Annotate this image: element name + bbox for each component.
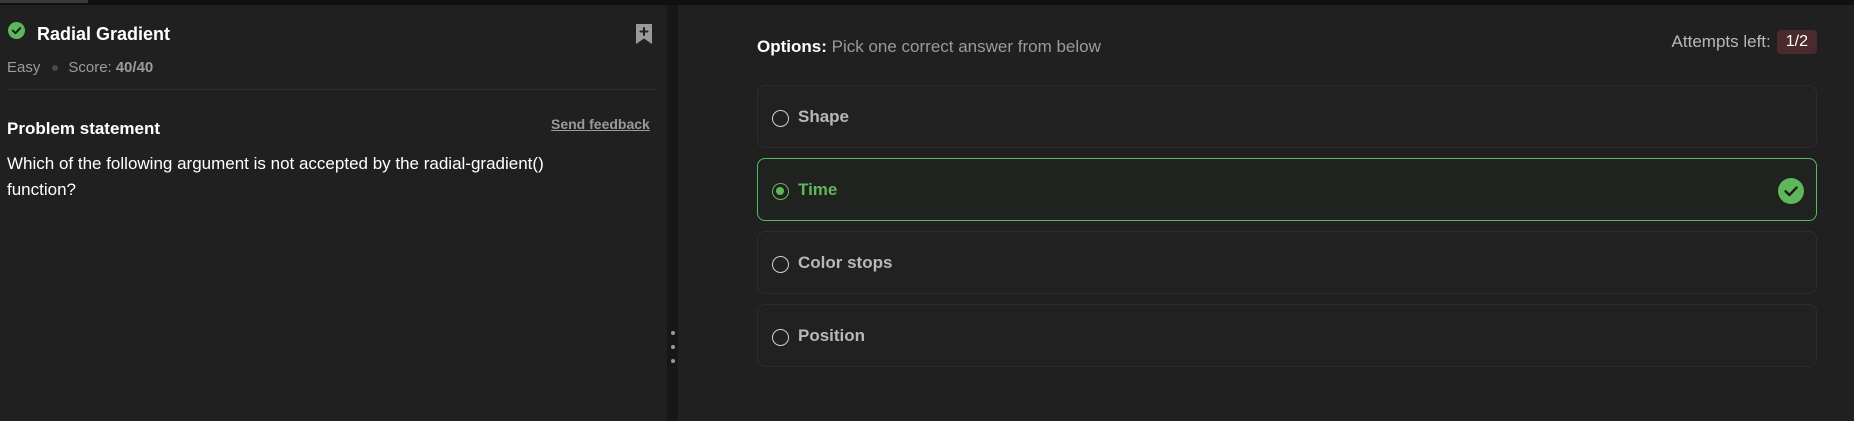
option-shape[interactable]: Shape [757, 85, 1817, 148]
radio-button-selected[interactable] [772, 183, 789, 200]
option-label: Time [798, 180, 838, 199]
options-heading-instructions: Pick one correct answer from below [826, 37, 1101, 56]
option-label: Color stops [798, 253, 893, 272]
options-heading: Options: Pick one correct answer from be… [757, 37, 1101, 57]
option-label: Shape [798, 107, 850, 126]
attempts-badge: 1/2 [1776, 30, 1817, 54]
drag-handle-icon [671, 331, 675, 335]
attempts-label: Attempts left: [1671, 32, 1771, 51]
radio-button[interactable] [772, 110, 789, 127]
radio-button[interactable] [772, 329, 789, 346]
separator-dot [52, 64, 59, 71]
option-label: Position [798, 326, 866, 345]
top-bar-segment [0, 0, 88, 3]
difficulty-label: Easy [7, 59, 41, 76]
attempts-indicator: Attempts left: 1/2 [1672, 30, 1817, 54]
drag-handle-dot [671, 345, 675, 349]
problem-statement-heading: Problem statement [7, 119, 161, 138]
check-circle-icon [8, 22, 25, 39]
problem-panel: Radial Gradient Easy Score: 40/40 Proble… [0, 5, 667, 421]
options-heading-label: Options: [757, 37, 827, 56]
option-time[interactable]: Time [757, 158, 1817, 221]
question-text: Which of the following argument is not a… [7, 154, 544, 199]
problem-title: Radial Gradient [37, 24, 171, 44]
option-position[interactable]: Position [757, 304, 1817, 367]
problem-meta: Easy Score: 40/40 [7, 59, 153, 76]
panel-splitter[interactable] [667, 5, 678, 421]
bookmark-add-icon[interactable] [634, 22, 654, 46]
check-circle-icon [1778, 178, 1804, 204]
divider [7, 89, 657, 90]
score-value: 40/40 [115, 59, 154, 76]
radio-button[interactable] [772, 256, 789, 273]
option-color-stops[interactable]: Color stops [757, 231, 1817, 294]
score-label: Score: [68, 59, 112, 76]
send-feedback-link[interactable]: Send feedback [551, 116, 650, 132]
drag-handle-dot [671, 359, 675, 363]
